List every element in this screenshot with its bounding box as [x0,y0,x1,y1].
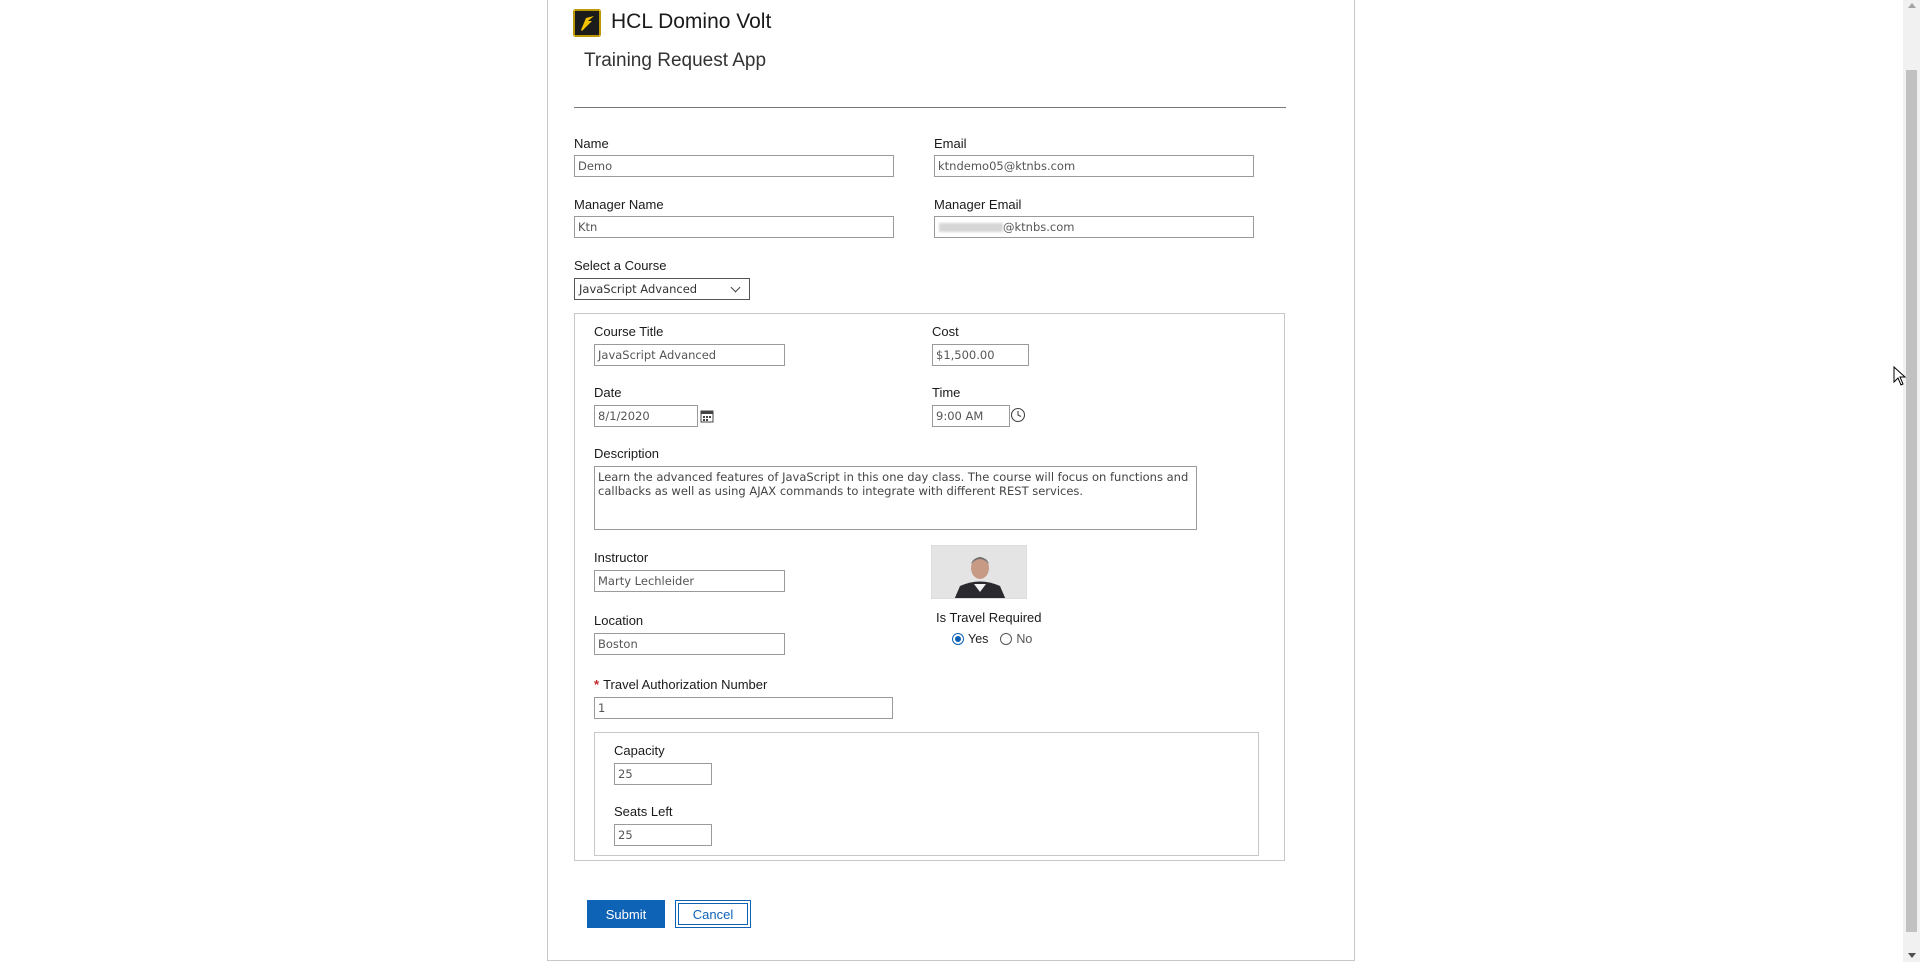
calendar-icon[interactable] [700,409,714,423]
email-label: Email [934,136,967,151]
chevron-down-icon [730,282,741,293]
date-input[interactable]: 8/1/2020 [594,405,698,427]
manager-email-domain: @ktnbs.com [1003,220,1075,234]
course-title-input[interactable]: JavaScript Advanced [594,344,785,366]
course-select-label: Select a Course [574,258,667,273]
travel-required-label: Is Travel Required [936,610,1042,625]
travel-required-radio-group: Yes No [952,632,1032,646]
required-indicator: * [594,677,600,692]
instructor-photo [931,545,1027,599]
date-label: Date [594,385,622,400]
description-textarea[interactable]: Learn the advanced features of JavaScrip… [594,466,1197,530]
submit-button[interactable]: Submit [587,900,665,928]
name-input[interactable]: Demo [574,155,894,177]
manager-name-input[interactable]: Ktn [574,216,894,238]
cost-label: Cost [932,324,959,339]
scrollbar-thumb[interactable] [1906,70,1917,932]
travel-auth-input[interactable]: 1 [594,697,893,719]
header-divider [574,107,1286,108]
redacted-text [939,223,1003,232]
travel-auth-label: * Travel Authorization Number [594,677,767,692]
email-input[interactable]: ktndemo05@ktnbs.com [934,155,1254,177]
time-input[interactable]: 9:00 AM [932,405,1010,427]
course-select-value: JavaScript Advanced [579,282,698,296]
capacity-input[interactable]: 25 [614,763,712,785]
travel-no-radio[interactable] [1000,633,1013,645]
instructor-label: Instructor [594,550,649,565]
manager-name-label: Manager Name [574,197,664,212]
mouse-cursor-icon [1893,365,1907,386]
app-subtitle: Training Request App [584,50,767,71]
manager-email-label: Manager Email [934,197,1022,212]
course-title-label: Course Title [594,324,664,339]
capacity-label: Capacity [614,743,665,758]
location-input[interactable]: Boston [594,633,785,655]
manager-email-input[interactable]: @ktnbs.com [934,216,1254,238]
travel-auth-label-text: Travel Authorization Number [603,677,768,692]
name-label: Name [574,136,609,151]
clock-icon[interactable] [1010,407,1026,423]
cancel-button[interactable]: Cancel [675,900,751,928]
location-label: Location [594,613,644,628]
scroll-up-arrow-icon[interactable] [1908,3,1916,8]
seats-left-label: Seats Left [614,804,673,819]
time-label: Time [932,385,961,400]
travel-yes-label[interactable]: Yes [968,632,988,646]
app-title: HCL Domino Volt [611,10,772,33]
course-select-dropdown[interactable]: JavaScript Advanced [574,278,750,300]
travel-yes-radio[interactable] [952,633,964,645]
description-label: Description [594,446,660,461]
hcl-volt-logo-icon [573,9,601,37]
travel-no-label[interactable]: No [1016,632,1032,646]
cost-input[interactable]: $1,500.00 [932,344,1029,366]
seats-left-input[interactable]: 25 [614,824,712,846]
instructor-input[interactable]: Marty Lechleider [594,570,785,592]
scroll-down-arrow-icon[interactable] [1908,953,1916,958]
